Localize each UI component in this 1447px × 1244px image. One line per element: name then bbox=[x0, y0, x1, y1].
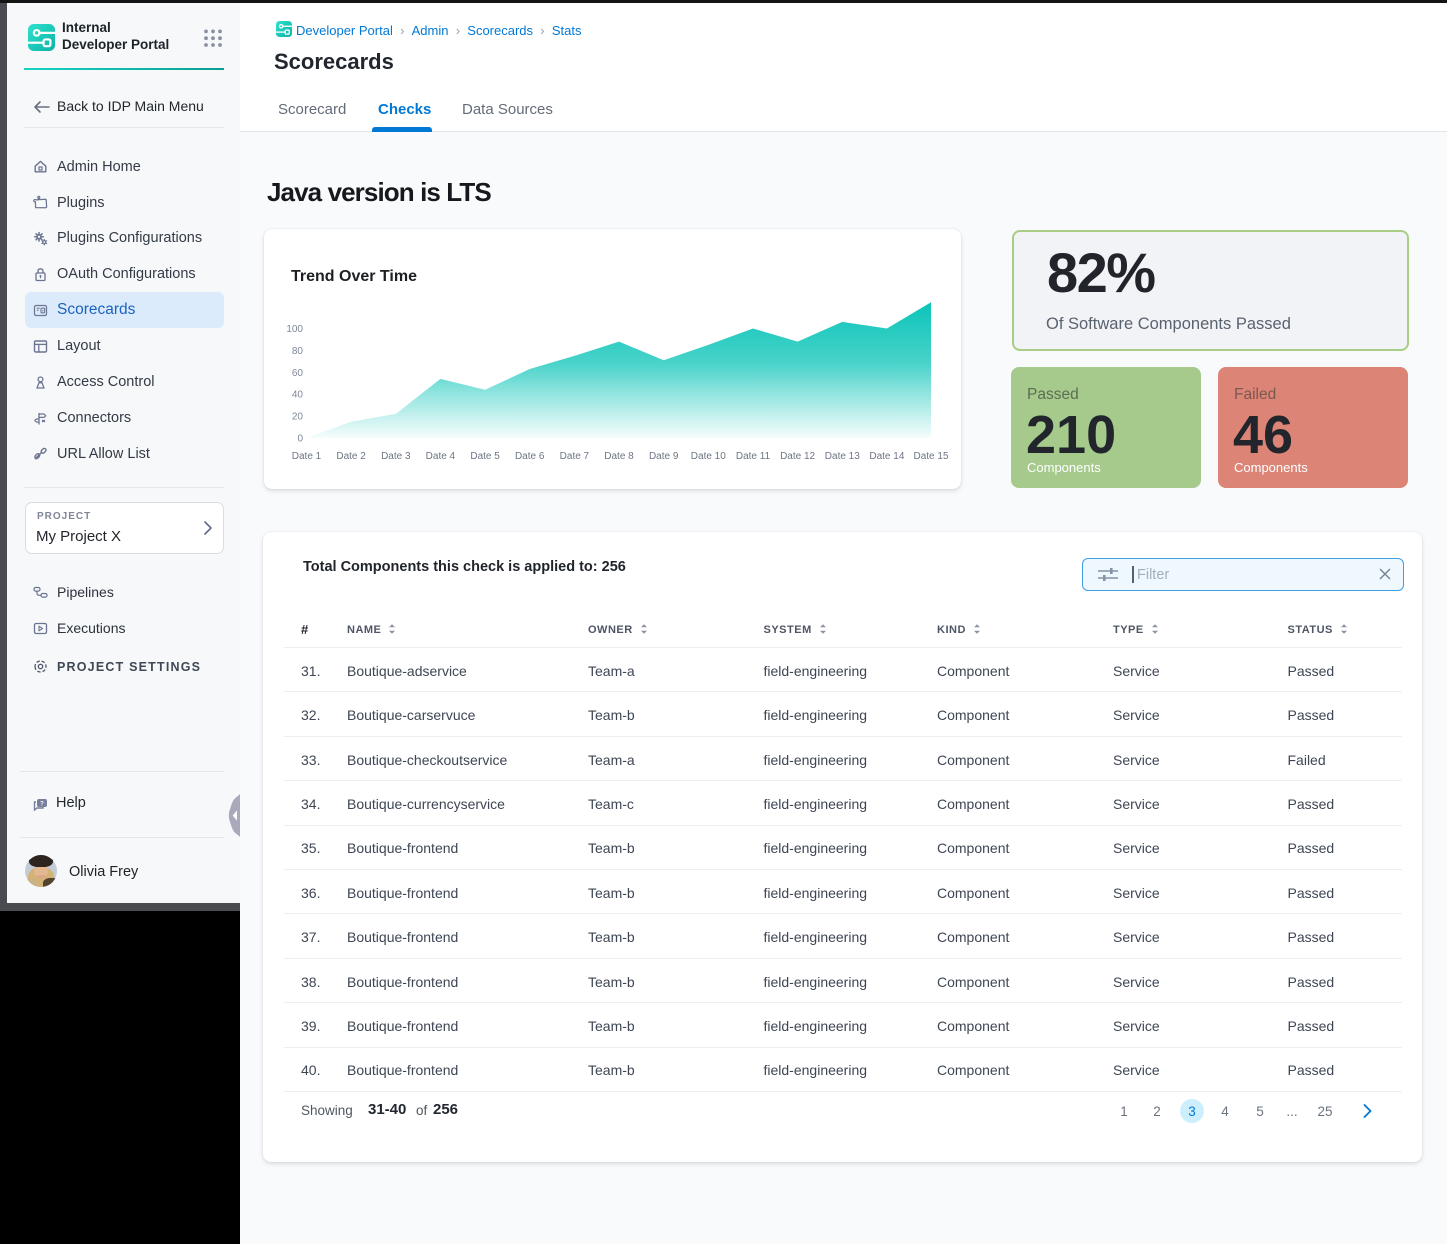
svg-text:60: 60 bbox=[292, 368, 304, 379]
svg-text:Date 11: Date 11 bbox=[736, 451, 771, 462]
svg-text:Date 8: Date 8 bbox=[604, 451, 634, 462]
svg-text:Date 6: Date 6 bbox=[515, 451, 545, 462]
svg-text:Date 7: Date 7 bbox=[560, 451, 590, 462]
svg-text:20: 20 bbox=[292, 412, 304, 423]
svg-text:?: ? bbox=[40, 802, 44, 808]
svg-text:Date 14: Date 14 bbox=[869, 451, 904, 462]
svg-text:Date 4: Date 4 bbox=[426, 451, 456, 462]
svg-text:0: 0 bbox=[297, 434, 303, 445]
svg-text:Date 15: Date 15 bbox=[913, 451, 948, 462]
svg-text:Date 13: Date 13 bbox=[825, 451, 860, 462]
svg-text:100: 100 bbox=[286, 324, 303, 335]
svg-text:Date 10: Date 10 bbox=[691, 451, 726, 462]
svg-text:Date 3: Date 3 bbox=[381, 451, 411, 462]
svg-text:Date 12: Date 12 bbox=[780, 451, 815, 462]
svg-text:80: 80 bbox=[292, 346, 304, 357]
svg-text:Date 5: Date 5 bbox=[470, 451, 500, 462]
svg-text:Date 2: Date 2 bbox=[336, 451, 366, 462]
svg-text:Date 9: Date 9 bbox=[649, 451, 679, 462]
svg-text:40: 40 bbox=[292, 390, 304, 401]
svg-text:Date 1: Date 1 bbox=[292, 451, 322, 462]
